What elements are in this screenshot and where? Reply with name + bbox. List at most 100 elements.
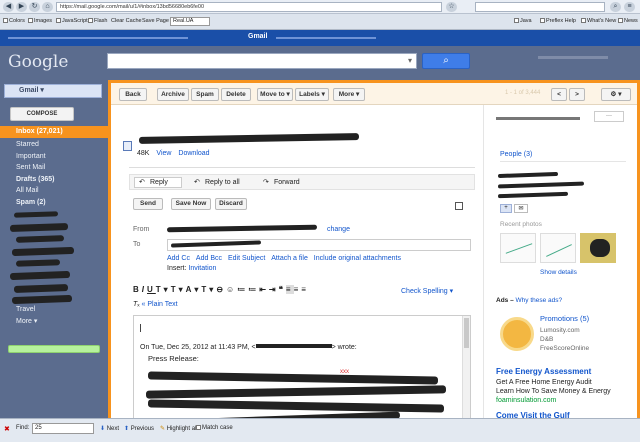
promo-db[interactable]: D&B bbox=[540, 336, 553, 343]
sidebar-more[interactable]: More ▾ bbox=[16, 317, 37, 325]
more-button[interactable]: More ▾ bbox=[333, 88, 365, 101]
images-toggle[interactable]: Images bbox=[28, 18, 52, 24]
forward-tab[interactable]: Forward bbox=[274, 179, 300, 186]
compose-button[interactable]: COMPOSE bbox=[10, 107, 74, 121]
add-contact-icon[interactable]: + bbox=[500, 204, 512, 213]
sidebar-item-spam[interactable]: Spam (2) bbox=[16, 199, 46, 206]
redacted-label[interactable] bbox=[9, 270, 71, 281]
next-page-button[interactable]: > bbox=[569, 88, 585, 101]
edit-subject-link[interactable]: Edit Subject bbox=[228, 255, 265, 262]
redacted-label[interactable] bbox=[11, 246, 75, 257]
sidebar-item-drafts[interactable]: Drafts (365) bbox=[16, 176, 55, 183]
add-cc-link[interactable]: Add Cc bbox=[167, 255, 190, 262]
find-input[interactable]: 25 bbox=[32, 423, 94, 434]
save-now-button[interactable]: Save Now bbox=[171, 198, 211, 210]
redacted-label[interactable] bbox=[15, 235, 65, 243]
why-ads-link[interactable]: Why these ads? bbox=[516, 297, 563, 304]
menu-icon[interactable]: ≡ bbox=[624, 2, 635, 12]
text-color-icon[interactable]: A▾ bbox=[186, 285, 202, 294]
redacted-label[interactable] bbox=[13, 211, 59, 218]
indent-less-icon[interactable]: ⇤ bbox=[259, 285, 269, 294]
delete-button[interactable]: Delete bbox=[221, 88, 251, 101]
discard-button[interactable]: Discard bbox=[215, 198, 247, 210]
redacted-label[interactable] bbox=[15, 259, 61, 267]
prev-page-button[interactable]: < bbox=[551, 88, 567, 101]
check-spelling-button[interactable]: Check Spelling ▾ bbox=[401, 287, 453, 295]
attach-file-link[interactable]: Attach a file bbox=[271, 255, 308, 262]
redacted-label[interactable] bbox=[11, 294, 73, 305]
font-size-icon[interactable]: T▾ bbox=[171, 285, 186, 294]
gmail-menu-button[interactable]: Gmail ▾ bbox=[4, 84, 102, 98]
ad1-title[interactable]: Free Energy Assessment bbox=[496, 367, 591, 376]
photo-thumbnail[interactable] bbox=[540, 233, 576, 263]
reload-icon[interactable]: ↻ bbox=[29, 2, 40, 12]
show-details-link[interactable]: Show details bbox=[540, 269, 577, 276]
include-attachments-link[interactable]: Include original attachments bbox=[314, 255, 401, 262]
indent-more-icon[interactable]: ⇥ bbox=[269, 285, 279, 294]
save-page-button[interactable]: Save Page bbox=[142, 18, 169, 24]
highlight-all-button[interactable]: ✎ Highlight all bbox=[160, 425, 198, 432]
scrollbar-thumb[interactable] bbox=[464, 318, 469, 348]
mail-search-input[interactable]: ▾ bbox=[107, 53, 417, 69]
javascript-toggle[interactable]: JavaScript bbox=[56, 18, 88, 24]
more-options-button[interactable]: ··· bbox=[594, 111, 624, 122]
address-input[interactable]: https://mail.google.com/mail/u/1/#inbox/… bbox=[56, 2, 442, 12]
clear-format-icon[interactable]: Tₓ bbox=[133, 301, 140, 308]
dropdown-arrow-icon[interactable]: ▾ bbox=[408, 56, 412, 65]
view-link[interactable]: View bbox=[156, 150, 171, 157]
underline-icon[interactable]: U bbox=[147, 285, 156, 294]
back-arrow-icon[interactable]: ◀ bbox=[3, 2, 14, 12]
save-format-select[interactable]: Real.UA bbox=[170, 17, 210, 26]
sidebar-item-sent[interactable]: Sent Mail bbox=[16, 164, 45, 171]
email-icon[interactable]: ✉ bbox=[514, 204, 528, 213]
preflex-help-link[interactable]: Preflex Help bbox=[540, 18, 576, 24]
clear-cache-button[interactable]: Clear Cache bbox=[111, 18, 142, 24]
reply-all-tab[interactable]: Reply to all bbox=[205, 179, 240, 186]
whats-new-link[interactable]: What's New bbox=[581, 18, 616, 24]
close-icon[interactable]: ✖ bbox=[4, 425, 10, 433]
align-left-icon[interactable]: ≡ bbox=[285, 285, 294, 294]
bold-icon[interactable]: B bbox=[133, 285, 142, 294]
lumosity-logo[interactable] bbox=[500, 317, 534, 351]
colors-toggle[interactable]: Colors bbox=[3, 18, 25, 24]
archive-button[interactable]: Archive bbox=[157, 88, 189, 101]
link-icon[interactable]: ⊖ bbox=[216, 285, 226, 294]
forward-arrow-icon[interactable]: ▶ bbox=[16, 2, 27, 12]
promo-freescore[interactable]: FreeScoreOnline bbox=[540, 345, 589, 352]
numbered-list-icon[interactable]: ≔ bbox=[237, 285, 248, 294]
message-editor[interactable]: On Tue, Dec 25, 2012 at 11:43 PM, < > wro… bbox=[133, 315, 471, 421]
redacted-label[interactable] bbox=[9, 222, 69, 233]
change-link[interactable]: change bbox=[327, 226, 350, 233]
plain-text-link[interactable]: « Plain Text bbox=[142, 301, 178, 308]
font-icon[interactable]: T▾ bbox=[156, 285, 171, 294]
add-bcc-link[interactable]: Add Bcc bbox=[196, 255, 222, 262]
promotions-link[interactable]: Promotions (5) bbox=[540, 314, 589, 323]
java-toggle[interactable]: Java bbox=[514, 18, 532, 24]
download-link[interactable]: Download bbox=[178, 150, 209, 157]
search-button[interactable]: ⌕ bbox=[422, 53, 470, 69]
quote-icon[interactable]: ❝ bbox=[279, 285, 286, 294]
send-button[interactable]: Send bbox=[133, 198, 163, 210]
popout-icon[interactable] bbox=[455, 202, 463, 210]
move-to-button[interactable]: Move to ▾ bbox=[257, 88, 293, 101]
sidebar-item-travel[interactable]: Travel bbox=[16, 306, 35, 313]
labels-button[interactable]: Labels ▾ bbox=[295, 88, 329, 101]
gbar-links[interactable] bbox=[8, 37, 188, 39]
ad1-url[interactable]: foaminsulation.com bbox=[496, 397, 556, 404]
people-header[interactable]: People (3) bbox=[500, 151, 532, 158]
highlight-icon[interactable]: T▾ bbox=[201, 285, 216, 294]
search-go-icon[interactable]: ⌕ bbox=[610, 2, 621, 12]
account-email[interactable] bbox=[538, 56, 608, 59]
bulleted-list-icon[interactable]: ≔ bbox=[248, 285, 259, 294]
find-next-button[interactable]: ⬇ Next bbox=[100, 425, 119, 432]
sidebar-item-starred[interactable]: Starred bbox=[16, 141, 39, 148]
news-link[interactable]: News bbox=[618, 18, 638, 24]
reply-label[interactable]: Reply bbox=[150, 179, 168, 186]
photo-thumbnail[interactable] bbox=[580, 233, 616, 263]
invitation-link[interactable]: Invitation bbox=[188, 265, 216, 272]
redacted-label[interactable] bbox=[13, 284, 69, 293]
emoji-icon[interactable]: ☺ bbox=[226, 285, 237, 294]
gbar-links-more[interactable] bbox=[276, 37, 376, 39]
find-previous-button[interactable]: ⬆ Previous bbox=[124, 425, 154, 432]
chat-status-bar[interactable] bbox=[8, 345, 100, 353]
